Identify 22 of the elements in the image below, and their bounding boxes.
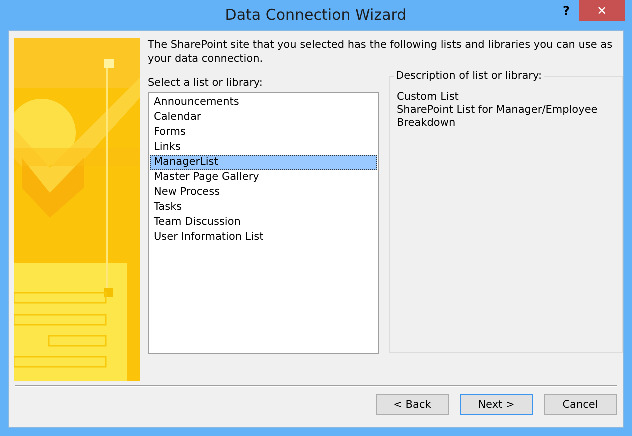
description-title: Description of list or library: [395, 70, 543, 82]
list-item[interactable]: Team Discussion [150, 215, 377, 230]
list-item[interactable]: Master Page Gallery [150, 170, 377, 185]
list-item[interactable]: New Process [150, 185, 377, 200]
intro-text: The SharePoint site that you selected has the following lists and libraries you can use as your data connection. [148, 38, 614, 66]
description-text: SharePoint List for Manager/Employee Breakdown [397, 104, 599, 130]
list-item[interactable]: ManagerList [150, 155, 377, 170]
dialog-button[interactable]: Next > [460, 394, 533, 415]
list-item[interactable]: Links [150, 140, 377, 155]
list-item[interactable]: Tasks [150, 200, 377, 215]
description-text: Custom List [397, 91, 460, 104]
list-item[interactable]: Forms [150, 125, 377, 140]
list-label: Select a list or library: [148, 76, 264, 90]
list-box[interactable]: Announcements Calendar Forms Links ManagerList Master Page Gallery New Process Tasks Team Discussion User Information List [148, 92, 379, 354]
help-button[interactable]: ? [559, 4, 574, 18]
close-button[interactable]: ✕ [579, 0, 625, 21]
window-title: Data Connection Wizard [225, 6, 407, 24]
dialog-button[interactable]: < Back [376, 394, 449, 415]
list-item[interactable]: Calendar [150, 110, 377, 125]
dialog-button[interactable]: Cancel [544, 394, 617, 415]
list-item[interactable]: User Information List [150, 230, 377, 245]
list-item[interactable]: Announcements [150, 95, 377, 110]
